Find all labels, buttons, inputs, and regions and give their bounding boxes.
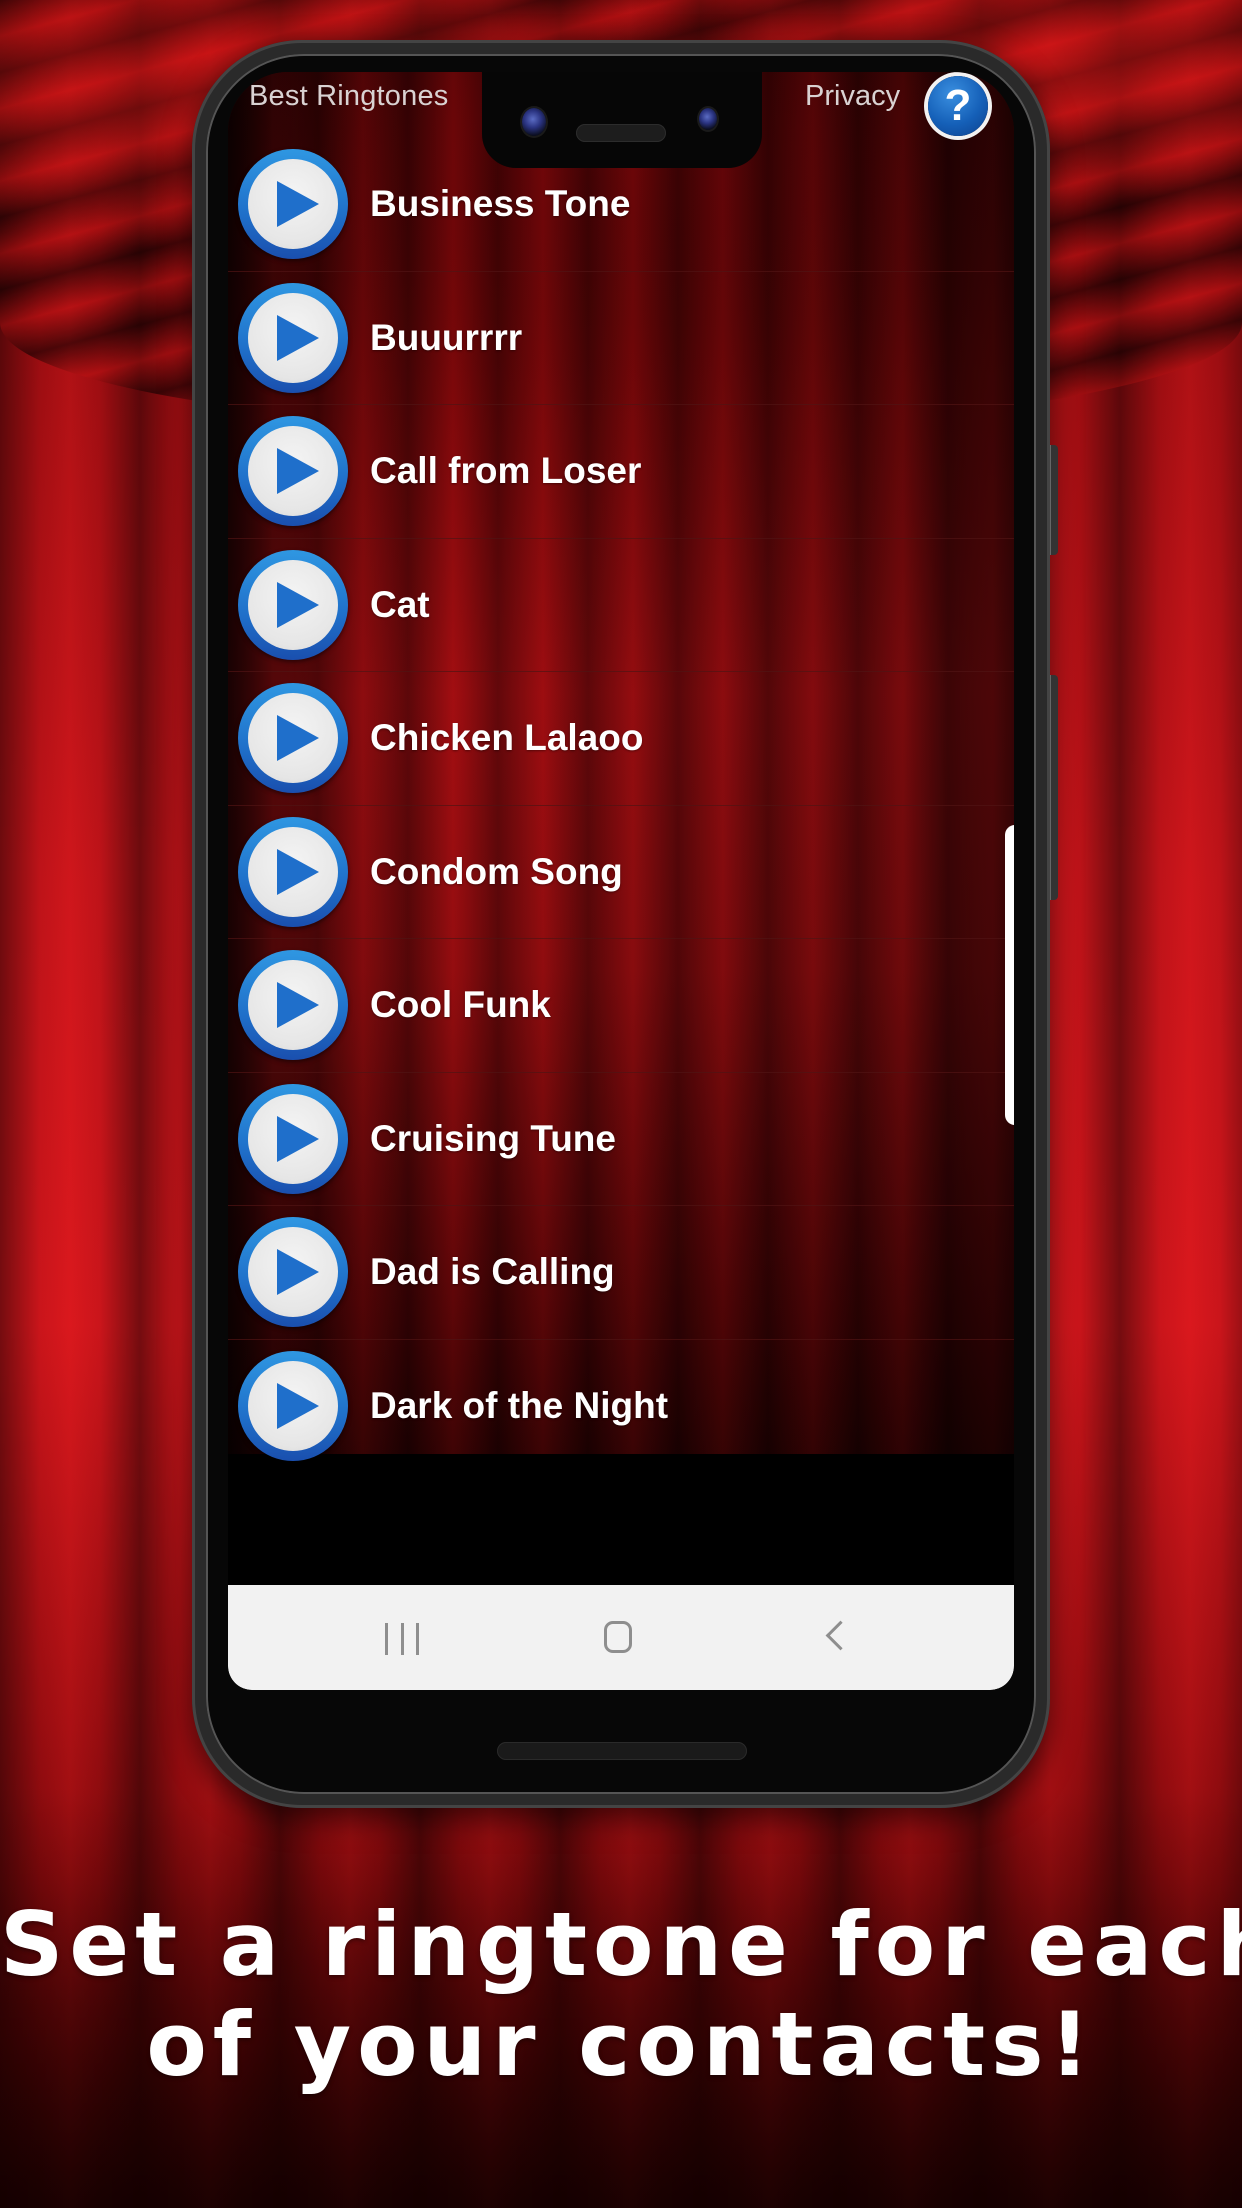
ringtone-name: Business Tone (370, 183, 631, 225)
ringtone-item[interactable]: Cat (228, 539, 1014, 672)
home-icon[interactable] (604, 1621, 632, 1653)
play-button[interactable] (238, 549, 348, 660)
back-icon[interactable] (825, 1620, 856, 1651)
ringtone-name: Condom Song (370, 850, 623, 892)
play-icon (277, 1115, 319, 1162)
app-title: Best Ringtones (249, 80, 449, 112)
phone-notch (482, 72, 762, 168)
play-icon (277, 1382, 319, 1429)
ringtone-item[interactable]: Call from Loser (228, 405, 1014, 539)
play-icon (277, 982, 319, 1028)
power-button (1050, 675, 1058, 900)
privacy-link[interactable]: Privacy (805, 80, 900, 113)
play-button[interactable] (238, 416, 348, 526)
ringtone-item[interactable]: Dark of the Night (228, 1340, 1014, 1473)
ringtone-item[interactable]: Chicken Lalaoo (228, 672, 1014, 806)
promo-line-2: of your contacts! (146, 1993, 1096, 2096)
earpiece-speaker (576, 124, 666, 142)
help-icon: ? (944, 81, 972, 130)
play-button[interactable] (238, 950, 348, 1060)
ringtone-item[interactable]: Condom Song (228, 806, 1014, 939)
play-icon (277, 581, 319, 628)
play-button[interactable] (238, 282, 348, 393)
play-button[interactable] (238, 1083, 348, 1194)
ringtone-name: Cat (370, 583, 430, 625)
ringtone-name: Buuurrrr (370, 316, 523, 358)
promo-caption: Set a ringtone for each of your contacts… (0, 1895, 1242, 2095)
help-button[interactable]: ? (928, 76, 988, 136)
volume-button (1050, 445, 1058, 555)
front-camera (522, 108, 546, 136)
front-sensor (699, 108, 717, 130)
ringtone-list: Business Tone Buuurrrr Call from Loser C… (228, 138, 1014, 1472)
ringtone-item[interactable]: Cool Funk (228, 939, 1014, 1073)
ringtone-name: Call from Loser (370, 450, 642, 492)
play-icon (277, 181, 319, 227)
play-button[interactable] (238, 683, 348, 793)
ringtone-name: Dark of the Night (370, 1384, 669, 1426)
play-icon (277, 715, 319, 761)
play-icon (277, 1249, 319, 1295)
bottom-speaker (497, 1742, 747, 1760)
ringtone-name: Cruising Tune (370, 1117, 616, 1159)
play-button[interactable] (238, 149, 348, 259)
ringtone-item[interactable]: Dad is Calling (228, 1206, 1014, 1340)
play-button[interactable] (238, 1350, 348, 1461)
ringtone-name: Dad is Calling (370, 1251, 615, 1293)
system-nav-bar (228, 1585, 1014, 1690)
play-icon (277, 448, 319, 494)
play-icon (277, 848, 319, 895)
ringtone-item[interactable]: Buuurrrr (228, 272, 1014, 405)
promo-line-1: Set a ringtone for each (0, 1893, 1242, 1996)
phone-screen: Best Ringtones Privacy ? Business Tone B… (228, 72, 1014, 1690)
ringtone-item[interactable]: Cruising Tune (228, 1073, 1014, 1206)
ringtone-name: Chicken Lalaoo (370, 717, 644, 759)
recent-apps-icon[interactable] (385, 1623, 419, 1655)
ringtone-name: Cool Funk (370, 984, 551, 1026)
scrollbar-thumb[interactable] (1005, 825, 1014, 1125)
play-icon (277, 314, 319, 361)
play-button[interactable] (238, 1217, 348, 1327)
play-button[interactable] (238, 816, 348, 927)
